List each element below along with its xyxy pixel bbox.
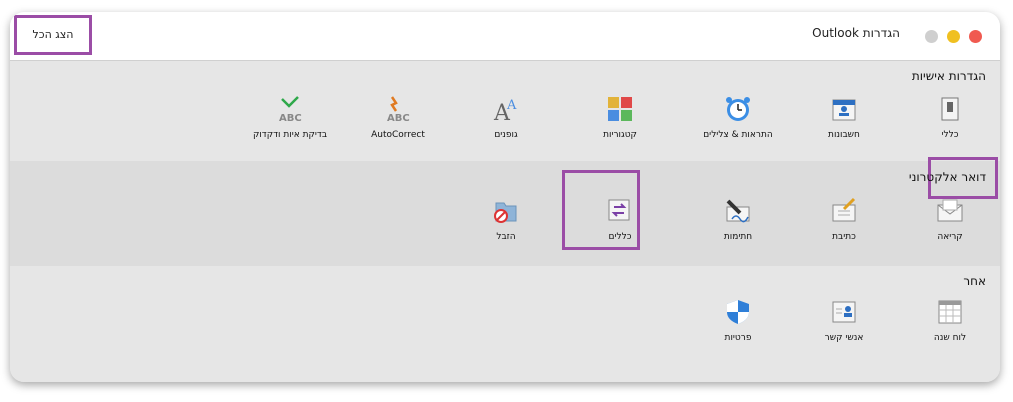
general-label: כללי	[941, 130, 959, 140]
shield-icon	[724, 298, 752, 326]
accounts-label: חשבונות	[828, 130, 860, 140]
envelope-icon	[936, 197, 964, 225]
fonts-label: גופנים	[494, 130, 518, 140]
window-title: הגדרות Outlook	[812, 26, 900, 40]
reading-label: קריאה	[937, 232, 963, 242]
notifications-sounds-item[interactable]: התראות & צלילים	[698, 95, 778, 142]
fonts-icon: AA	[492, 95, 520, 123]
contacts-label: אנשי קשר	[824, 333, 864, 343]
title-bar: הצג הכל הגדרות Outlook	[10, 12, 1000, 61]
accounts-icon	[830, 95, 858, 123]
show-all-button[interactable]: הצג הכל	[14, 15, 92, 55]
section-title-email: דואר אלקטרוני	[908, 170, 986, 184]
contacts-icon	[830, 298, 858, 326]
other-section: אחר לוח שנה אנשי קשר פרטיות	[10, 266, 1000, 382]
junk-folder-icon	[492, 197, 520, 225]
contacts-item[interactable]: אנשי קשר	[804, 298, 884, 345]
composing-label: כתיבת	[832, 232, 856, 242]
zoom-button[interactable]	[925, 30, 938, 43]
personal-settings-section: הגדרות אישיות כללי חשבונות התראות & צליל…	[10, 61, 1000, 160]
svg-text:A: A	[506, 98, 517, 113]
general-item[interactable]: כללי	[910, 95, 990, 142]
autocorrect-label: AutoCorrect	[371, 130, 425, 140]
autocorrect-icon: ABC	[384, 95, 412, 123]
compose-icon	[830, 197, 858, 225]
categories-icon	[606, 95, 634, 123]
window-controls	[925, 30, 982, 43]
spelling-grammar-item[interactable]: ABC בדיקת איות ודקדוק	[250, 95, 330, 142]
composing-item[interactable]: כתיבת	[804, 197, 884, 244]
signatures-label: חתימות	[723, 232, 753, 242]
alarm-clock-icon	[724, 95, 752, 123]
accounts-item[interactable]: חשבונות	[804, 95, 884, 142]
section-title-personal: הגדרות אישיות	[911, 69, 986, 83]
email-section: דואר אלקטרוני קריאה כתיבת חתימות כללים ה…	[10, 157, 1000, 266]
calendar-label: לוח שנה	[933, 333, 967, 343]
autocorrect-item[interactable]: ABC AutoCorrect	[358, 95, 438, 142]
svg-text:ABC: ABC	[279, 113, 302, 123]
calendar-item[interactable]: לוח שנה	[910, 298, 990, 345]
calendar-icon	[936, 298, 964, 326]
signature-icon	[724, 197, 752, 225]
fonts-item[interactable]: AA גופנים	[466, 95, 546, 142]
privacy-item[interactable]: פרטיות	[698, 298, 778, 345]
spelling-grammar-label: בדיקת איות ודקדוק	[252, 130, 328, 140]
privacy-label: פרטיות	[724, 333, 752, 343]
junk-label: הזבל	[496, 232, 516, 242]
categories-item[interactable]: קטגוריות	[580, 95, 660, 142]
junk-item[interactable]: הזבל	[466, 197, 546, 244]
reading-item[interactable]: קריאה	[910, 197, 990, 244]
close-button[interactable]	[969, 30, 982, 43]
notifications-sounds-label: התראות & צלילים	[703, 130, 773, 140]
categories-label: קטגוריות	[603, 130, 637, 140]
outlook-preferences-window: הצג הכל הגדרות Outlook הגדרות אישיות כלל…	[10, 12, 1000, 382]
minimize-button[interactable]	[947, 30, 960, 43]
spelling-icon: ABC	[276, 95, 304, 123]
rules-highlight-box	[562, 170, 640, 250]
svg-text:ABC: ABC	[387, 113, 410, 123]
signatures-item[interactable]: חתימות	[698, 197, 778, 244]
section-title-other: אחר	[963, 274, 986, 288]
switch-icon	[936, 95, 964, 123]
